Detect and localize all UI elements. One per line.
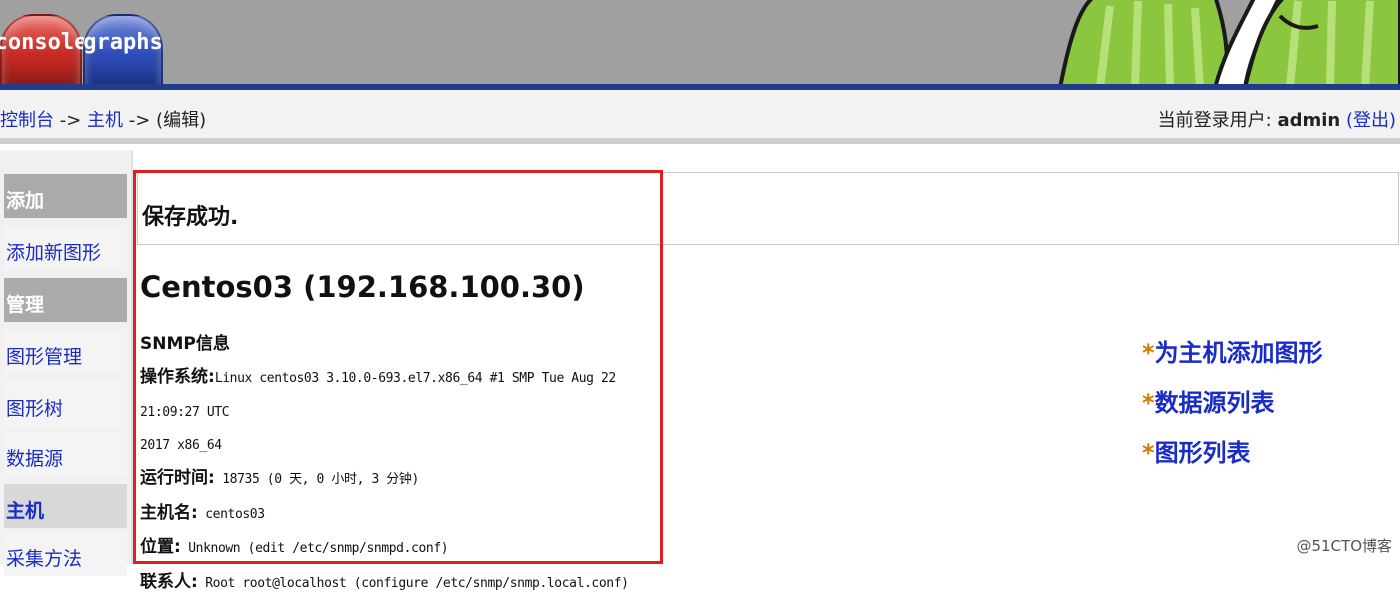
- tab-console[interactable]: console: [0, 14, 82, 86]
- login-username: admin: [1277, 110, 1340, 131]
- action-row-add-graphs: *为主机添加图形: [1142, 328, 1323, 378]
- graph-list-link[interactable]: 图形列表: [1155, 439, 1251, 467]
- left-menu: 添加 添加新图形 管理 图形管理 图形树 数据源 主机 采集方法: [0, 150, 132, 564]
- contact-value: Root root@localhost (configure /etc/snmp…: [198, 576, 629, 591]
- highlight-box: [133, 170, 663, 564]
- tab-graphs[interactable]: graphs: [83, 14, 163, 86]
- breadcrumb: 控制台 -> 主机 -> (编辑): [0, 106, 206, 132]
- contact-label: 联系人:: [140, 572, 198, 592]
- add-graphs-link[interactable]: 为主机添加图形: [1155, 339, 1323, 367]
- menu-item-data-sources[interactable]: 数据源: [4, 432, 127, 476]
- watermark: @51CTO博客: [1296, 535, 1392, 556]
- bullet-star: *: [1142, 439, 1155, 467]
- bullet-star: *: [1142, 339, 1155, 367]
- breadcrumb-bar: 控制台 -> 主机 -> (编辑) 当前登录用户: admin (登出): [0, 90, 1400, 144]
- action-row-data-sources: *数据源列表: [1142, 378, 1323, 428]
- menu-heading-manage: 管理: [4, 278, 127, 322]
- breadcrumb-hosts-link[interactable]: 主机: [87, 110, 123, 131]
- menu-item-hosts[interactable]: 主机: [4, 484, 127, 528]
- login-prefix: 当前登录用户:: [1158, 110, 1278, 131]
- menu-heading-add: 添加: [4, 174, 127, 218]
- breadcrumb-current: -> (编辑): [123, 110, 206, 131]
- action-row-graphs: *图形列表: [1142, 428, 1323, 478]
- menu-item-add-graph[interactable]: 添加新图形: [4, 226, 127, 270]
- bullet-star: *: [1142, 389, 1155, 417]
- menu-item-graph-tree[interactable]: 图形树: [4, 382, 127, 426]
- breadcrumb-console-link[interactable]: 控制台: [0, 110, 54, 131]
- menu-item-collection-methods[interactable]: 采集方法: [4, 532, 127, 576]
- login-status: 当前登录用户: admin (登出): [1158, 106, 1396, 132]
- host-actions: *为主机添加图形 *数据源列表 *图形列表: [1142, 328, 1323, 478]
- breadcrumb-separator: ->: [54, 110, 87, 131]
- top-banner: console graphs: [0, 0, 1400, 86]
- menu-item-graph-management[interactable]: 图形管理: [4, 330, 127, 374]
- cactus-logo: [1040, 0, 1400, 86]
- logout-link[interactable]: (登出): [1346, 110, 1396, 131]
- contact-row: 联系人: Root root@localhost (configure /etc…: [140, 566, 660, 600]
- data-source-list-link[interactable]: 数据源列表: [1155, 389, 1275, 417]
